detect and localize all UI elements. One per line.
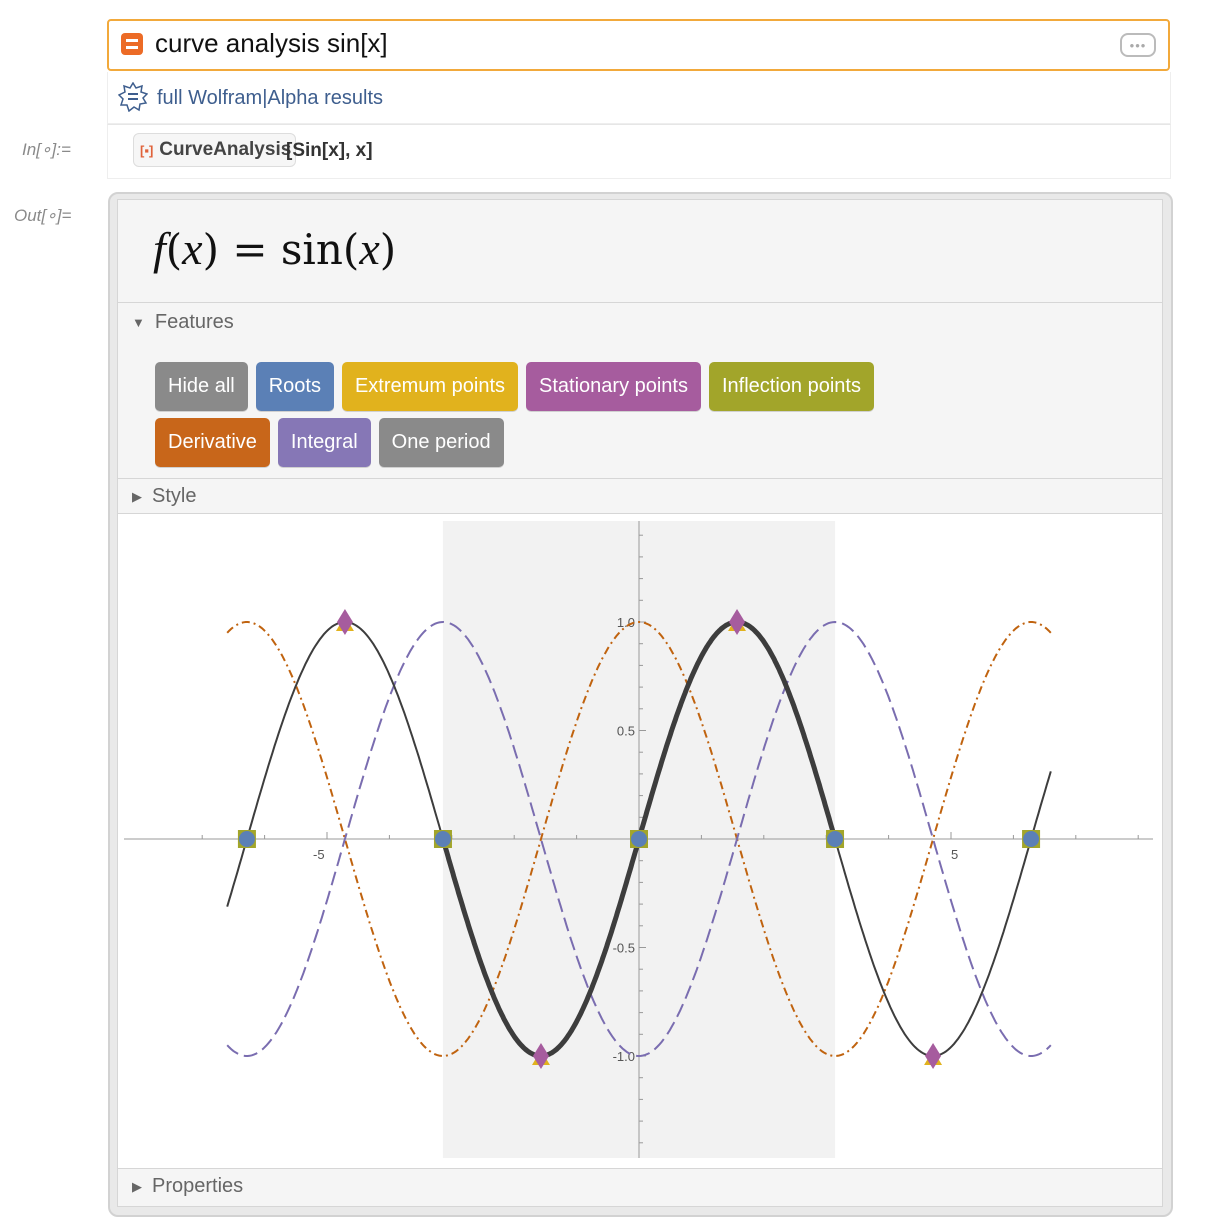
wolfram-alpha-input[interactable]: curve analysis sin[x] ••• — [107, 19, 1170, 71]
features-toggle[interactable]: ▼ Features — [132, 311, 234, 334]
function-button[interactable]: [▪] CurveAnalysis — [133, 133, 297, 167]
divider — [118, 302, 1162, 303]
formula-paren: ) — [202, 225, 219, 274]
root-marker — [631, 831, 647, 847]
formula-f: f — [153, 223, 166, 274]
features-title: Features — [154, 311, 234, 333]
function-icon: [▪] — [140, 142, 154, 158]
formula: f(x) = sin(x) — [153, 222, 396, 275]
y-tick-label: 0.5 — [617, 724, 635, 739]
root-marker — [434, 831, 451, 847]
style-title: Style — [152, 485, 197, 507]
triangle-right-icon: ▶ — [132, 1178, 142, 1194]
x-tick-label: 5 — [951, 847, 958, 862]
feature-button-integral[interactable]: Integral — [277, 418, 371, 467]
stationary-point-marker — [336, 609, 353, 635]
wolfram-alpha-equals-icon — [121, 33, 143, 55]
properties-toggle[interactable]: ▶ Properties — [132, 1175, 243, 1198]
x-tick-label: -5 — [313, 847, 325, 862]
feature-button-stationary-points[interactable]: Stationary points — [526, 362, 701, 411]
output-label: Out[∘]= — [14, 206, 72, 225]
formula-x: x — [182, 223, 203, 274]
feature-button-one-period[interactable]: One period — [378, 418, 504, 467]
y-tick-label: -0.5 — [613, 941, 635, 956]
feature-button-roots[interactable]: Roots — [255, 362, 334, 411]
input-cell[interactable]: [▪] CurveAnalysis [Sin[x], x] — [107, 124, 1171, 179]
input-label: In[∘]:= — [22, 140, 71, 159]
divider — [118, 478, 1162, 479]
triangle-down-icon: ▼ — [132, 315, 145, 330]
root-marker — [1023, 831, 1040, 847]
function-arguments[interactable]: [Sin[x], x] — [286, 140, 373, 162]
formula-paren: ( — [165, 225, 183, 274]
divider — [118, 1168, 1162, 1169]
curve-analysis-panel: f(x) = sin(x) ▼ Features Hide all Roots Ex… — [117, 199, 1163, 1207]
triangle-right-icon: ▶ — [132, 488, 142, 504]
formula-x: x — [359, 223, 380, 274]
plot-svg: -5 51.00.5-0.5-1.0 — [124, 521, 1153, 1158]
root-marker — [827, 831, 844, 847]
formula-rhs: = sin( — [218, 225, 360, 274]
feature-button-hide-all[interactable]: Hide all — [155, 362, 248, 411]
query-text[interactable]: curve analysis sin[x] — [155, 28, 388, 59]
feature-button-extremum-points[interactable]: Extremum points — [341, 362, 519, 411]
stationary-point-marker — [925, 1043, 942, 1069]
function-name: CurveAnalysis — [159, 139, 292, 160]
feature-button-inflection-points[interactable]: Inflection points — [709, 362, 874, 411]
more-options-button[interactable]: ••• — [1120, 33, 1156, 57]
feature-button-derivative[interactable]: Derivative — [155, 418, 270, 467]
formula-paren: ) — [379, 225, 397, 274]
plot: -5 5 1.0 0.5 -0.5 -1.0 — [118, 514, 1162, 1168]
style-toggle[interactable]: ▶ Style — [132, 485, 196, 508]
wolfram-star-icon — [118, 82, 148, 112]
properties-title: Properties — [152, 1175, 244, 1197]
y-tick-label: -1.0 — [613, 1049, 635, 1064]
full-results-row[interactable]: full Wolfram|Alpha results — [107, 72, 1171, 124]
full-results-link[interactable]: full Wolfram|Alpha results — [157, 87, 383, 110]
root-marker — [238, 831, 255, 847]
